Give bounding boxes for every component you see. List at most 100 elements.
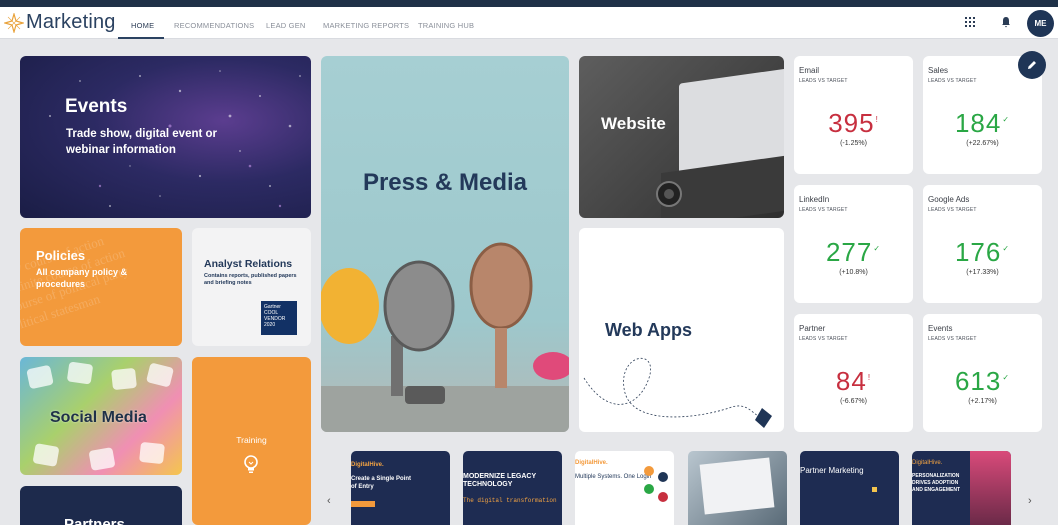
- thumbs-up-icon: [88, 447, 116, 471]
- check-icon: ✓: [1002, 115, 1011, 125]
- kpi-label: LEADS VS TARGET: [799, 207, 848, 213]
- app-icons-graphic: [644, 466, 668, 502]
- events-title: Events: [65, 96, 128, 117]
- tile-policies[interactable]: policy course of actiona definite course…: [20, 228, 182, 346]
- tab-training-hub[interactable]: TRAINING HUB: [418, 21, 474, 30]
- kpi-delta: (+10.8%): [839, 269, 868, 276]
- dotted-path-graphic: [583, 357, 772, 428]
- training-title: Training: [236, 435, 267, 445]
- app-logo[interactable]: Marketing: [4, 11, 116, 34]
- tile-social-media[interactable]: Social Media: [20, 357, 182, 475]
- kpi-name: Email: [799, 66, 820, 75]
- website-title: Website: [601, 114, 666, 133]
- camera-image: [656, 181, 682, 207]
- partners-title: Partners: [64, 516, 125, 525]
- app-title: Marketing: [26, 11, 116, 33]
- tile-website[interactable]: Website: [579, 56, 784, 218]
- chevron-right-icon[interactable]: ›: [1028, 495, 1032, 507]
- kpi-delta: (-6.67%): [840, 398, 867, 405]
- chevron-left-icon[interactable]: ‹: [327, 495, 331, 507]
- kpi-label: LEADS VS TARGET: [928, 207, 977, 213]
- policies-title: Policies: [36, 248, 86, 263]
- card-brand: DigitalHive.: [575, 460, 608, 466]
- tile-press-media[interactable]: Press & Media: [321, 56, 569, 432]
- check-icon: ✓: [1002, 244, 1011, 254]
- thumbs-up-icon: [66, 361, 94, 385]
- kpi-value: 613✓: [954, 366, 1011, 396]
- active-tab-indicator: [118, 37, 164, 39]
- kpi-value: 176✓: [954, 237, 1011, 267]
- tab-marketing-reports[interactable]: MARKETING REPORTS: [323, 21, 409, 30]
- kpi-card-email[interactable]: Email LEADS VS TARGET 395! (-1.25%): [794, 56, 913, 174]
- tile-events[interactable]: Events Trade show, digital event or webi…: [20, 56, 311, 218]
- grid-icon[interactable]: [963, 16, 977, 30]
- card-decoration: [872, 487, 877, 492]
- tile-training[interactable]: Training: [192, 357, 311, 525]
- user-avatar[interactable]: ME: [1027, 10, 1054, 37]
- thumbs-up-icon: [32, 443, 60, 467]
- policies-subtitle: All company policy & procedures: [36, 267, 128, 289]
- kpi-name: Events: [928, 324, 953, 333]
- card-brand: DigitalHive.: [912, 460, 943, 466]
- tile-partners[interactable]: Partners: [20, 486, 182, 525]
- card-subtext: The digital transformation: [463, 497, 557, 504]
- app-header: Marketing HOME RECOMMENDATIONS LEAD GEN …: [0, 7, 1058, 39]
- carousel-card[interactable]: [688, 451, 787, 525]
- events-subtitle: Trade show, digital event or webinar inf…: [66, 128, 218, 156]
- kpi-value: 184✓: [954, 108, 1011, 138]
- kpi-card-partner[interactable]: Partner LEADS VS TARGET 84! (-6.67%): [794, 314, 913, 432]
- thumbs-up-icon: [111, 367, 137, 391]
- logo-star-icon: [4, 12, 24, 33]
- kpi-card-google-ads[interactable]: Google Ads LEADS VS TARGET 176✓ (+17.33%…: [923, 185, 1042, 303]
- kpi-card-linkedin[interactable]: LinkedIn LEADS VS TARGET 277✓ (+10.8%): [794, 185, 913, 303]
- tab-recommendations[interactable]: RECOMMENDATIONS: [174, 21, 254, 30]
- kpi-name: LinkedIn: [799, 195, 830, 204]
- document-image: [699, 457, 775, 515]
- kpi-delta: (+22.67%): [966, 140, 999, 147]
- alert-icon: !: [867, 373, 872, 383]
- alert-icon: !: [875, 115, 879, 125]
- tile-web-apps[interactable]: Web Apps: [579, 228, 784, 432]
- lightbulb-icon: [244, 455, 258, 473]
- press-media-title: Press & Media: [362, 169, 528, 196]
- pencil-icon: [1028, 61, 1036, 69]
- thumbs-up-icon: [145, 362, 175, 388]
- carousel-card[interactable]: Partner Marketing: [800, 451, 899, 525]
- edit-button[interactable]: [1018, 51, 1046, 79]
- kpi-value: 395!: [828, 108, 879, 138]
- umbrella-image: [970, 451, 1011, 525]
- kpi-value: 84!: [835, 366, 872, 396]
- top-strip: [0, 0, 1058, 7]
- card-text: Partner Marketing: [800, 466, 864, 475]
- kpi-label: LEADS VS TARGET: [799, 78, 848, 84]
- carousel-card[interactable]: MODERNIZE LEGACY TECHNOLOGY The digital …: [463, 451, 562, 525]
- check-icon: ✓: [873, 244, 882, 254]
- card-text: PERSONALIZATION DRIVES ADOPTION AND ENGA…: [912, 473, 961, 493]
- card-cta-button: [351, 501, 375, 507]
- analyst-title: Analyst Relations: [204, 258, 293, 270]
- kpi-name: Partner: [799, 324, 826, 333]
- thumbs-up-icon: [26, 364, 54, 390]
- check-icon: ✓: [1002, 373, 1011, 383]
- tile-analyst-relations[interactable]: Analyst Relations Contains reports, publ…: [192, 228, 311, 346]
- thumbs-up-icon: [139, 441, 165, 465]
- tab-home[interactable]: HOME: [131, 21, 154, 30]
- card-text: MODERNIZE LEGACY TECHNOLOGY: [463, 473, 536, 488]
- kpi-label: LEADS VS TARGET: [928, 78, 977, 84]
- card-brand: DigitalHive.: [351, 462, 384, 468]
- kpi-card-events[interactable]: Events LEADS VS TARGET 613✓ (+2.17%): [923, 314, 1042, 432]
- tab-lead-gen[interactable]: LEAD GEN: [266, 21, 306, 30]
- analyst-subtitle: Contains reports, published papers and b…: [204, 273, 297, 286]
- carousel-card[interactable]: DigitalHive. Multiple Systems. One Login: [575, 451, 674, 525]
- carousel-card[interactable]: DigitalHive. Create a Single Point of En…: [351, 451, 450, 525]
- kpi-label: LEADS VS TARGET: [928, 336, 977, 342]
- kpi-delta: (+17.33%): [966, 269, 999, 276]
- microphones-image: [321, 242, 569, 432]
- carousel-card[interactable]: DigitalHive. PERSONALIZATION DRIVES ADOP…: [912, 451, 1011, 525]
- kpi-name: Google Ads: [928, 195, 970, 204]
- kpi-value: 277✓: [825, 237, 882, 267]
- social-media-title: Social Media: [50, 409, 147, 426]
- kpi-name: Sales: [928, 66, 949, 75]
- bell-icon[interactable]: [999, 16, 1013, 30]
- card-text: Create a Single Point of Entry: [351, 476, 412, 490]
